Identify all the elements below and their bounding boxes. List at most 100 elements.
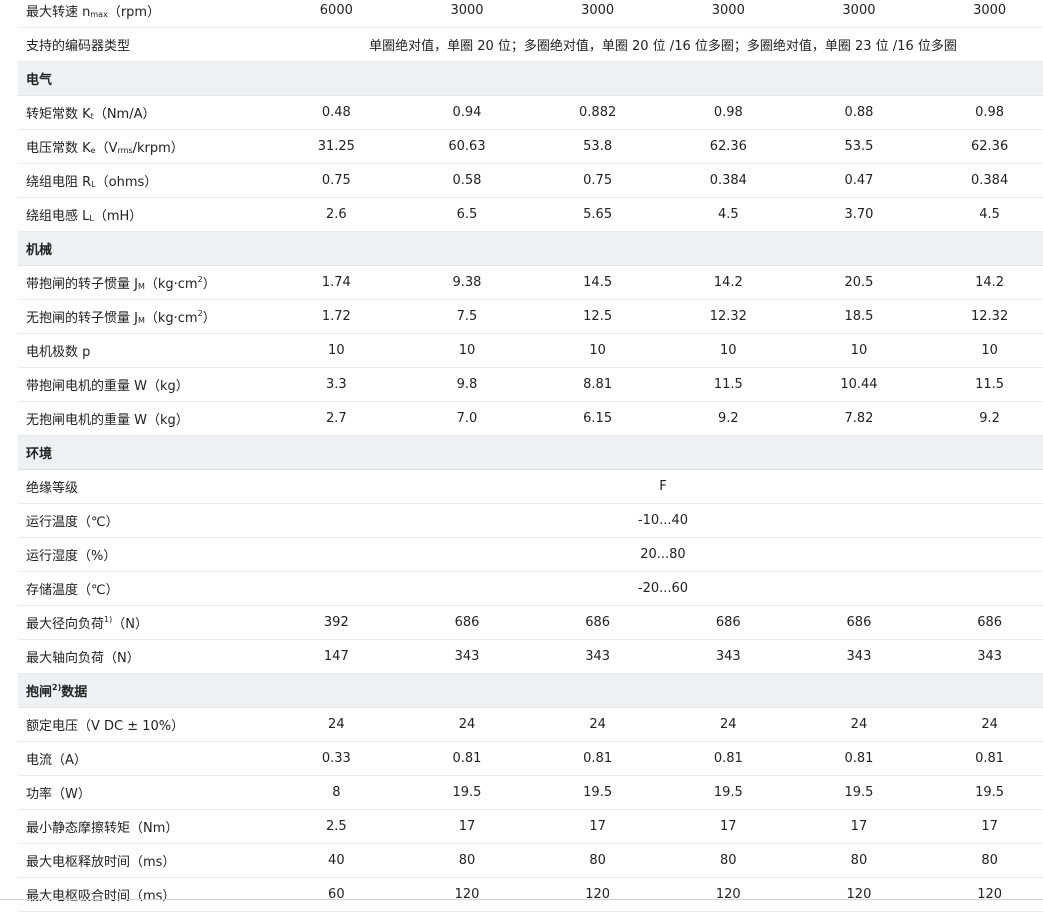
table-row: 运行湿度（%） 20...80 [18,537,1043,572]
row-label: 转矩常数 Kt（Nm/A） [18,95,271,130]
label-subscript: max [90,10,108,19]
label-text: 带抱闸电机的重量 W（kg） [26,379,189,394]
label-text: 电压常数 K [26,141,91,156]
table-row: 绝缘等级 F [18,469,1043,504]
value-cell: 9.8 [401,367,533,402]
table-row: 带抱闸电机的重量 W（kg） 3.3 9.8 8.81 11.5 10.44 11.5 [18,367,1043,402]
spanning-value-cell: -20...60 [271,571,1043,606]
row-label: 运行湿度（%） [18,537,271,572]
value-cell: 14.2 [662,265,794,300]
value-cell: 3.70 [793,197,925,232]
table-row: 电机极数 p 10 10 10 10 10 10 [18,333,1043,368]
value-cell: 3000 [924,0,1043,28]
value-cell: 0.47 [793,163,925,198]
label-superscript: 1) [104,615,113,624]
value-cell: 686 [793,605,925,640]
value-cell: 24 [271,707,402,742]
spanning-value-cell: 单圈绝对值，单圈 20 位；多圈绝对值，单圈 20 位 /16 位多圈；多圈绝对… [271,27,1043,62]
label-subscript: M [137,282,145,291]
label-text: 抱闸 [26,685,53,700]
value-cell: 3000 [793,0,925,28]
value-cell: 53.5 [793,129,925,164]
value-cell: 80 [401,843,533,878]
row-label: 支持的编码器类型 [18,27,271,62]
value-cell: 120 [532,877,663,912]
spec-table: 最大转速 nmax（rpm） 6000 3000 3000 3000 3000 3000 支持… [18,0,1043,912]
row-label: 绕组电感 LL（mH） [18,197,271,232]
label-text: 电流（A） [26,753,87,768]
value-cell: 20.5 [793,265,925,300]
section-header-row: 电气 [18,61,1043,96]
label-text: ） [202,311,216,326]
table-row: 最大转速 nmax（rpm） 6000 3000 3000 3000 3000 3000 [18,0,1043,28]
bottom-divider [0,899,1043,900]
label-text: 带抱闸的转子惯量 J [26,277,138,292]
row-label: 绝缘等级 [18,469,271,504]
table-row: 最大轴向负荷（N） 147 343 343 343 343 343 [18,639,1043,674]
value-cell: 392 [271,605,402,640]
value-cell: 0.81 [793,741,925,776]
table-row: 绕组电阻 RL（ohms） 0.75 0.58 0.75 0.384 0.47 0.384 [18,163,1043,198]
value-cell: 147 [271,639,402,674]
value-cell: 24 [662,707,794,742]
value-cell: 8.81 [532,367,663,402]
value-cell: 0.98 [924,95,1043,130]
value-cell: 4.5 [662,197,794,232]
spanning-value-cell: -10...40 [271,503,1043,538]
table-row: 带抱闸的转子惯量 JM（kg·cm2） 1.74 9.38 14.5 14.2 20.5 1… [18,265,1043,300]
value-cell: 120 [401,877,533,912]
value-cell: 120 [793,877,925,912]
label-text: （kg·cm [144,277,198,292]
label-text: 机械 [26,243,53,258]
row-label: 最大电枢释放时间（ms） [18,843,271,878]
label-subscript: rms [117,146,133,155]
value-cell: 0.81 [924,741,1043,776]
label-text: 无抱闸电机的重量 W（kg） [26,413,189,428]
label-text: 环境 [26,447,53,462]
table-row: 最大径向负荷1)（N） 392 686 686 686 686 686 [18,605,1043,640]
value-cell: 19.5 [532,775,663,810]
value-cell: 31.25 [271,129,402,164]
value-cell: 686 [532,605,663,640]
row-label: 存储温度（℃） [18,571,271,606]
value-cell: 0.384 [662,163,794,198]
section-title: 电气 [18,61,1043,96]
value-cell: 4.5 [924,197,1043,232]
value-cell: 11.5 [924,367,1043,402]
value-cell: 80 [793,843,925,878]
table-row: 额定电压（V DC ± 10%） 24 24 24 24 24 24 [18,707,1043,742]
table-row: 无抱闸电机的重量 W（kg） 2.7 7.0 6.15 9.2 7.82 9.2 [18,401,1043,436]
value-cell: 0.94 [401,95,533,130]
table-row: 支持的编码器类型 单圈绝对值，单圈 20 位；多圈绝对值，单圈 20 位 /16 … [18,27,1043,62]
value-cell: 62.36 [662,129,794,164]
label-text: /krpm） [132,141,184,156]
value-cell: 19.5 [793,775,925,810]
value-cell: 80 [662,843,794,878]
section-title: 环境 [18,435,1043,470]
section-title: 机械 [18,231,1043,266]
value-cell: 1.74 [271,265,402,300]
row-label: 电流（A） [18,741,271,776]
row-label: 绕组电阻 RL（ohms） [18,163,271,198]
label-text: 转矩常数 K [26,107,91,122]
value-cell: 7.82 [793,401,925,436]
value-cell: 3.3 [271,367,402,402]
value-cell: 17 [662,809,794,844]
value-cell: 8 [271,775,402,810]
value-cell: 6.5 [401,197,533,232]
value-cell: 9.2 [662,401,794,436]
row-label: 无抱闸的转子惯量 JM（kg·cm2） [18,299,271,334]
table-row: 存储温度（℃） -20...60 [18,571,1043,606]
value-cell: 40 [271,843,402,878]
table-row: 无抱闸的转子惯量 JM（kg·cm2） 1.72 7.5 12.5 12.32 18.5 1… [18,299,1043,334]
value-cell: 686 [662,605,794,640]
label-text: （mH） [93,209,143,224]
label-text: ） [202,277,216,292]
label-text: 电机极数 p [26,345,91,360]
label-text: （kg·cm [144,311,198,326]
row-label: 最大转速 nmax（rpm） [18,0,271,28]
row-label: 带抱闸电机的重量 W（kg） [18,367,271,402]
value-cell: 343 [532,639,663,674]
value-cell: 6000 [271,0,402,28]
label-text: 最大电枢吸合时间（ms） [26,889,176,904]
